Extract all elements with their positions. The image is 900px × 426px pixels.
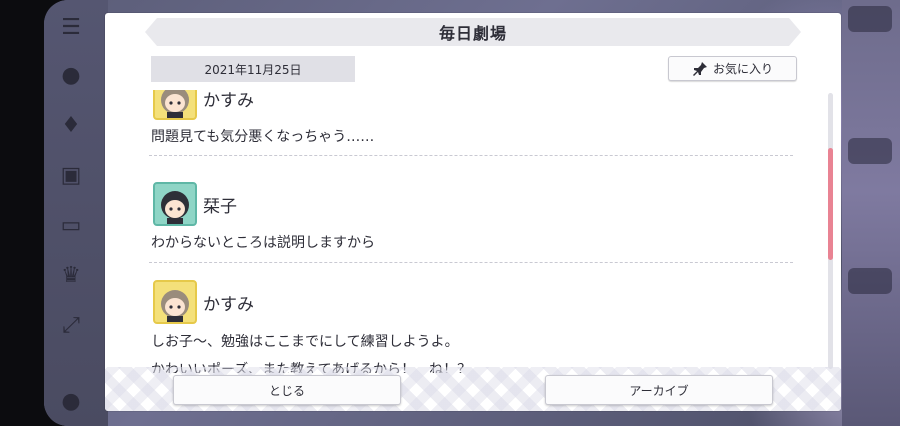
list-item: かすみ しお子〜、勉強はここまでにして練習しようよ。 かわいいポーズ、また教えて… <box>149 263 793 373</box>
message-header: かすみ <box>153 280 254 324</box>
right-shop-button[interactable] <box>848 268 892 294</box>
message-list[interactable]: かすみ 問題見ても気分悪くなっちゃう…… 栞子 わからないところは説明しますから… <box>149 90 797 373</box>
right-badge[interactable] <box>848 6 892 32</box>
speaker-name: かすみ <box>203 294 254 315</box>
chat-icon[interactable]: ● <box>56 62 86 90</box>
fullscreen-icon[interactable]: ⤢ <box>56 312 86 340</box>
scrollbar[interactable] <box>828 93 833 369</box>
mascot-icon[interactable]: ♦ <box>56 112 86 140</box>
right-alert[interactable] <box>848 138 892 164</box>
kasumi-avatar-icon <box>161 290 189 322</box>
profile-icon[interactable]: ● <box>56 388 86 416</box>
right-background <box>842 0 900 426</box>
archive-button[interactable]: アーカイブ <box>545 375 773 405</box>
dialog-title: 毎日劇場 <box>145 18 801 46</box>
scrollbar-thumb[interactable] <box>828 148 833 260</box>
message-text: わからないところは説明しますから <box>151 235 375 251</box>
list-item: かすみ 問題見ても気分悪くなっちゃう…… <box>149 90 793 156</box>
screen-icon[interactable]: ▭ <box>56 212 86 240</box>
speaker-name: 栞子 <box>203 196 237 217</box>
avatar <box>153 90 197 120</box>
message-text: しお子〜、勉強はここまでにして練習しようよ。 <box>151 334 459 350</box>
kasumi-avatar-icon <box>161 90 189 118</box>
menu-icon[interactable]: ☰ <box>56 14 86 42</box>
avatar <box>153 280 197 324</box>
message-header: 栞子 <box>153 182 237 226</box>
message-text: 問題見ても気分悪くなっちゃう…… <box>151 129 375 145</box>
close-button[interactable]: とじる <box>173 375 401 405</box>
daily-theater-dialog: 毎日劇場 2021年11月25日 お気に入り かすみ 問題見ても気分悪くなっちゃ… <box>105 13 841 411</box>
speaker-name: かすみ <box>203 90 254 111</box>
favorite-button[interactable]: お気に入り <box>668 56 797 81</box>
pin-icon <box>692 61 707 76</box>
avatar <box>153 182 197 226</box>
gift-icon[interactable]: ▣ <box>56 162 86 190</box>
date-label: 2021年11月25日 <box>151 56 355 82</box>
trophy-icon[interactable]: ♛ <box>56 262 86 290</box>
shioriko-avatar-icon <box>161 191 189 224</box>
favorite-label: お気に入り <box>712 62 773 76</box>
message-header: かすみ <box>153 90 254 120</box>
list-item: 栞子 わからないところは説明しますから <box>149 168 793 263</box>
